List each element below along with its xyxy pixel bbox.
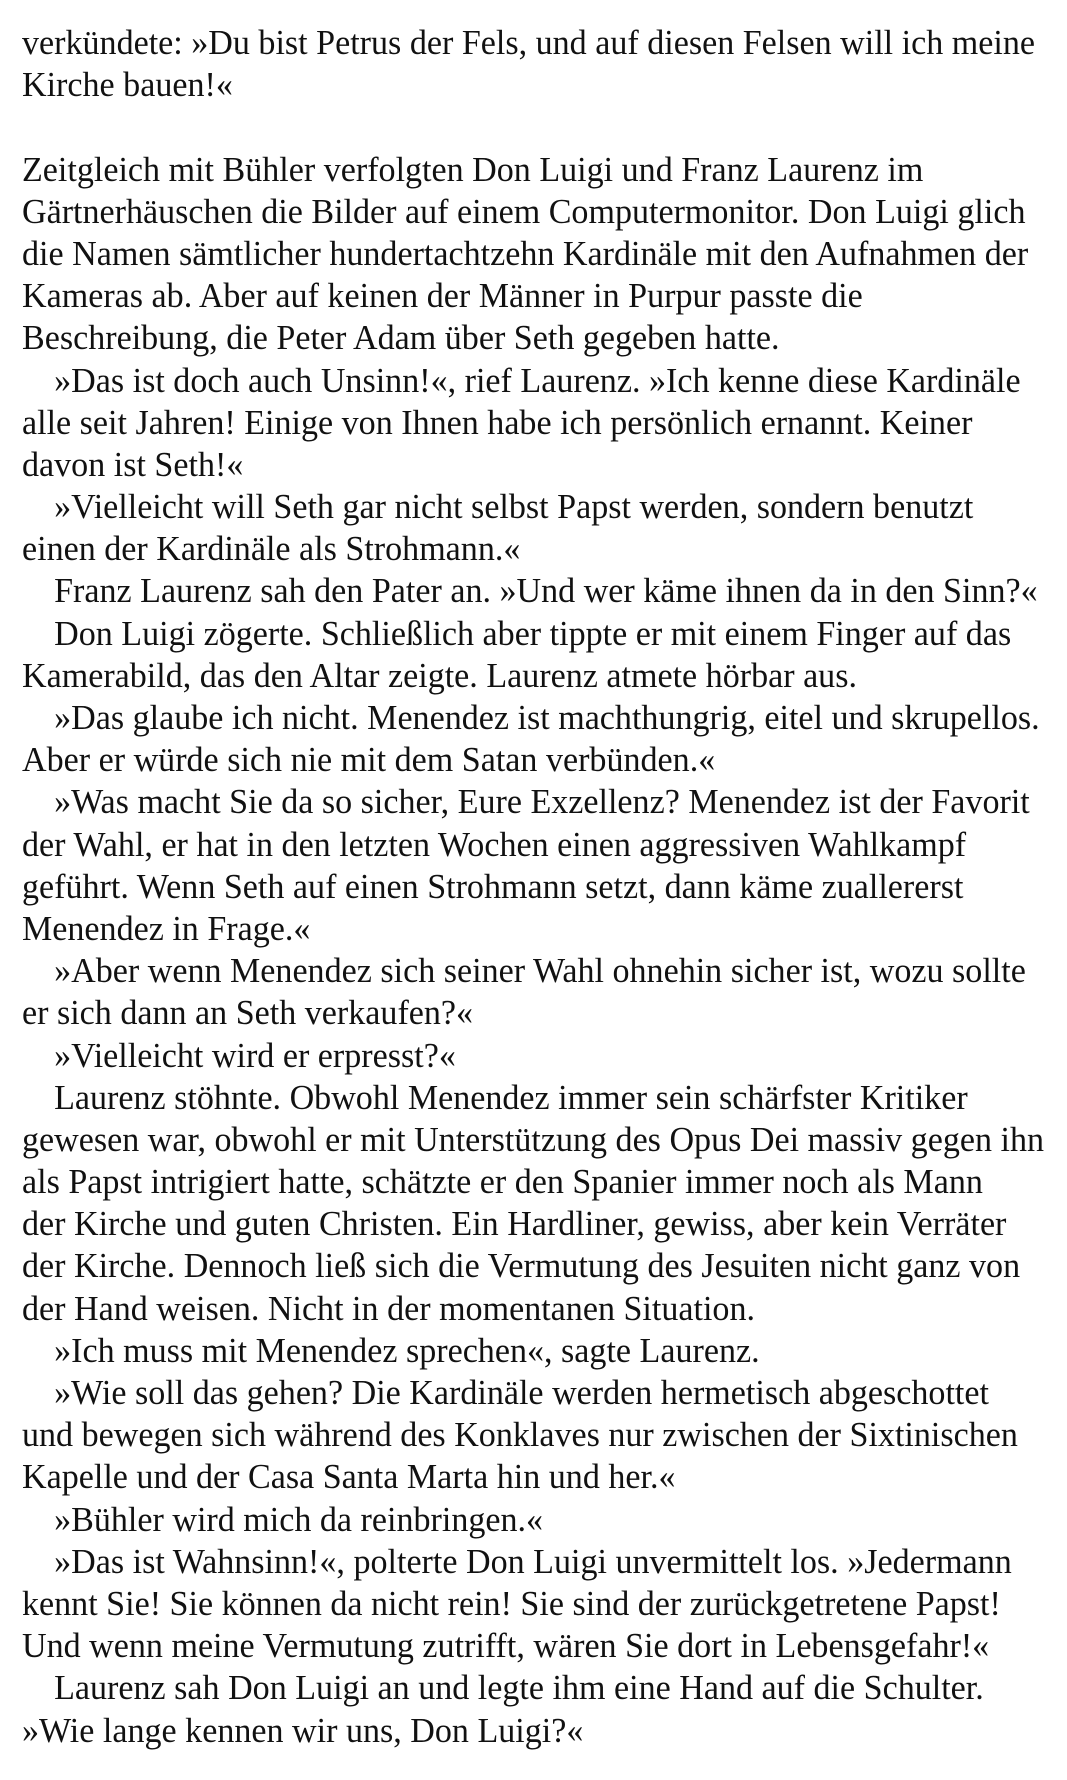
text-line: verkündete: »Du bist Petrus der Fels, un… — [22, 23, 1035, 62]
text-line: »Wie lange kennen wir uns, Don Luigi?« — [22, 1710, 584, 1750]
text-line: »Ich muss mit Menendez sprechen«, sagte … — [54, 1330, 760, 1370]
text-line: gewesen war, obwohl er mit Unterstützung… — [22, 1119, 1045, 1159]
text-line: und bewegen sich während des Konklaves n… — [22, 1415, 1018, 1455]
text-line: »Das ist doch auch Unsinn!«, rief Lauren… — [54, 360, 1021, 400]
text-line: Don Luigi zögerte. Schließlich aber tipp… — [54, 613, 1012, 653]
text-line: als Papst intrigiert hatte, schätzte er … — [22, 1162, 983, 1202]
text-line: Kameras ab. Aber auf keinen der Männer i… — [22, 276, 863, 316]
text-line: Kapelle und der Casa Santa Marta hin und… — [22, 1457, 676, 1497]
text-line: »Wie soll das gehen? Die Kardinäle werde… — [54, 1373, 989, 1412]
text-line: geführt. Wenn Seth auf einen Strohmann s… — [22, 866, 964, 906]
document-page: verkündete: »Du bist Petrus der Fels, un… — [22, 22, 1052, 1752]
text-line: die Namen sämtlicher hundertachtzehn Kar… — [22, 233, 1029, 273]
text-line: Gärtnerhäuschen die Bilder auf einem Com… — [22, 191, 1026, 231]
text-line: der Hand weisen. Nicht in der momentanen… — [22, 1288, 756, 1328]
text-line: Beschreibung, die Peter Adam über Seth g… — [22, 318, 780, 358]
text-line: davon ist Seth!« — [22, 444, 244, 484]
text-line: Franz Laurenz sah den Pater an. »Und wer… — [54, 571, 1038, 611]
text-line: »Aber wenn Menendez sich seiner Wahl ohn… — [54, 951, 1026, 991]
text-line: »Bühler wird mich da reinbringen.« — [54, 1499, 544, 1539]
text-line: der Kirche und guten Christen. Ein Hardl… — [22, 1204, 1007, 1244]
text-line: »Vielleicht wird er erpresst?« — [54, 1035, 456, 1075]
text-line: Menendez in Frage.« — [22, 908, 311, 948]
text-line: »Vielleicht will Seth gar nicht selbst P… — [54, 487, 974, 527]
text-line: der Wahl, er hat in den letzten Wochen e… — [22, 824, 967, 864]
text-line: »Was macht Sie da so sicher, Eure Exzell… — [54, 782, 1030, 822]
text-line: Laurenz stöhnte. Obwohl Menendez immer s… — [54, 1077, 968, 1117]
text-line: Zeitgleich mit Bühler verfolgten Don Lui… — [22, 149, 924, 189]
text-line: kennt Sie! Sie können da nicht rein! Sie… — [22, 1583, 1001, 1623]
text-line: Kirche bauen!« — [22, 65, 233, 105]
text-line: der Kirche. Dennoch ließ sich die Vermut… — [22, 1246, 1021, 1286]
text-line: Kamerabild, das den Altar zeigte. Lauren… — [22, 655, 857, 695]
text-line: er sich dann an Seth verkaufen?« — [22, 993, 474, 1033]
text-line: alle seit Jahren! Einige von Ihnen habe … — [22, 402, 973, 442]
text-line: Aber er würde sich nie mit dem Satan ver… — [22, 740, 716, 780]
text-line: Und wenn meine Vermutung zutrifft, wären… — [22, 1626, 990, 1666]
text-line: »Das glaube ich nicht. Menendez ist mach… — [54, 698, 1040, 737]
text-line: »Das ist Wahnsinn!«, polterte Don Luigi … — [54, 1541, 1012, 1581]
text-line: einen der Kardinäle als Strohmann.« — [22, 529, 521, 569]
text-line: Laurenz sah Don Luigi an und legte ihm e… — [54, 1668, 984, 1708]
